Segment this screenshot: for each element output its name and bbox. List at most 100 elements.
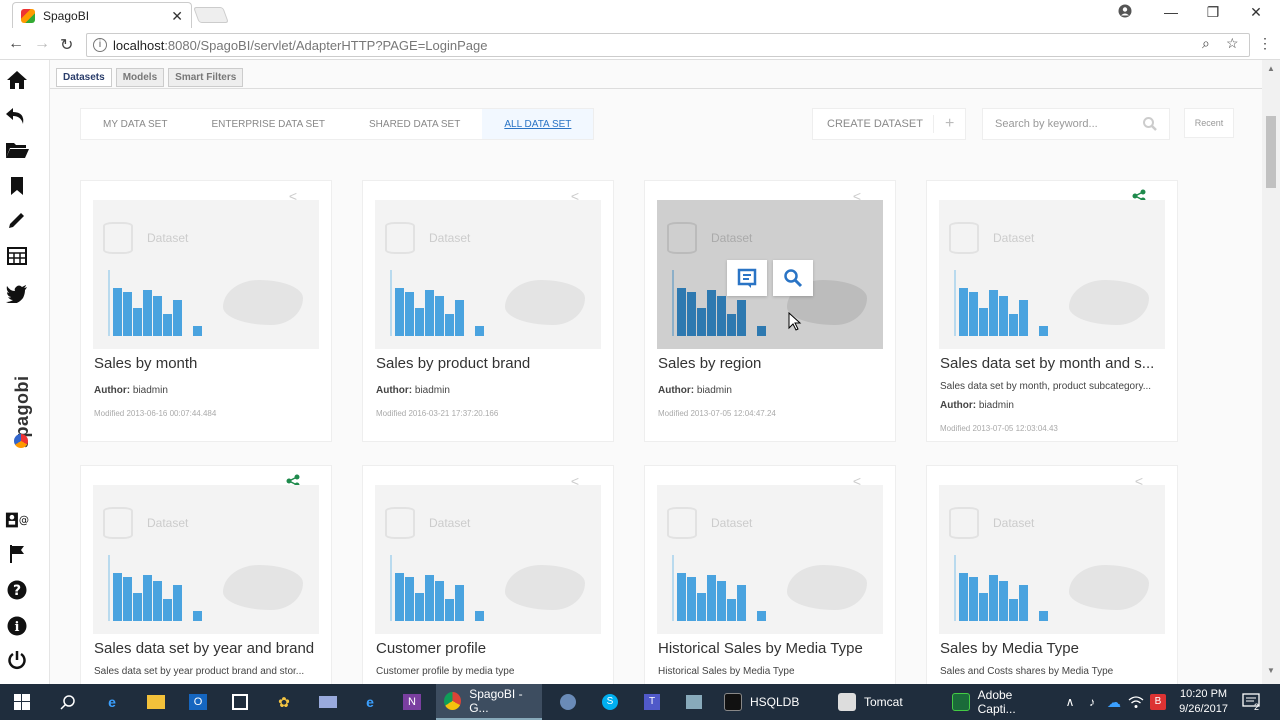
filter-my-data-set[interactable]: MY DATA SET <box>81 119 189 130</box>
chevron-up-icon[interactable]: ∧ <box>1058 690 1082 714</box>
help-icon[interactable]: ? <box>5 578 29 602</box>
table-icon[interactable] <box>5 244 29 268</box>
chrome-icon <box>444 692 462 710</box>
map-shape <box>505 565 585 610</box>
dataset-title[interactable]: Sales by Media Type <box>940 640 1172 657</box>
dataset-author: Author: biadmin <box>658 385 732 396</box>
app-drive-icon[interactable] <box>316 690 340 714</box>
notification-icon[interactable] <box>1240 690 1264 714</box>
plus-icon[interactable]: + <box>933 115 965 133</box>
search-icon[interactable] <box>56 690 80 714</box>
dataset-card[interactable]: < Dataset Customer profile Customer prof… <box>362 465 614 684</box>
dataset-title[interactable]: Sales data set by year and brand <box>94 640 326 657</box>
onenote-icon[interactable]: N <box>400 690 424 714</box>
create-dataset-button[interactable]: CREATE DATASET + <box>812 108 966 140</box>
restore-button[interactable]: ❐ <box>1198 4 1228 21</box>
url-host: localhost <box>113 37 165 53</box>
forward-arrow-icon[interactable]: → <box>34 35 50 53</box>
app-network-icon[interactable] <box>682 690 706 714</box>
database-icon <box>667 507 697 539</box>
taskbar-app-captivate[interactable]: Adobe Capti... <box>944 684 1052 720</box>
zoom-icon[interactable]: ⌕ <box>1202 35 1210 52</box>
scroll-down-icon[interactable]: ▼ <box>1267 666 1275 675</box>
tab-close-icon[interactable]: ✕ <box>171 8 183 25</box>
skype-icon[interactable]: S <box>598 690 622 714</box>
details-icon[interactable] <box>727 260 767 296</box>
scrollbar-thumb[interactable] <box>1266 116 1276 188</box>
recent-button[interactable]: Recent <box>1184 108 1234 138</box>
dataset-card[interactable]: < Dataset Sales by month Author: biadmin… <box>80 180 332 442</box>
teams-icon[interactable]: T <box>640 690 664 714</box>
dataset-card[interactable]: < Dataset Sales by Media Type Sales and … <box>926 465 1178 684</box>
new-tab-button[interactable] <box>193 7 229 23</box>
outlook-icon[interactable]: O <box>186 690 210 714</box>
taskbar-app-tomcat[interactable]: Tomcat <box>830 684 936 720</box>
taskbar-app-chrome[interactable]: SpagoBI - G... <box>436 684 542 720</box>
browser-tab[interactable]: SpagoBI ✕ <box>12 2 192 28</box>
edge-icon[interactable]: e <box>100 690 124 714</box>
ie-icon[interactable]: e <box>358 690 382 714</box>
close-window-button[interactable]: ✕ <box>1241 4 1271 21</box>
taskbar-app-hsqldb[interactable]: HSQLDB <box>716 684 822 720</box>
scroll-up-icon[interactable]: ▲ <box>1267 64 1275 73</box>
undo-icon[interactable] <box>5 104 29 128</box>
twitter-icon[interactable] <box>5 282 29 306</box>
dataset-title[interactable]: Sales by product brand <box>376 355 608 372</box>
pencil-icon[interactable] <box>5 208 29 232</box>
user-email-icon[interactable]: @ <box>5 508 29 532</box>
dataset-title[interactable]: Historical Sales by Media Type <box>658 640 890 657</box>
search-input[interactable]: Search by keyword... <box>982 108 1170 140</box>
dataset-title[interactable]: Sales by month <box>94 355 326 372</box>
url-input[interactable]: i localhost:8080/SpagoBI/servlet/Adapter… <box>86 33 1250 57</box>
thumbnail-chart <box>954 270 1048 336</box>
filter-shared-data-set[interactable]: SHARED DATA SET <box>347 119 482 130</box>
dataset-card[interactable]: < Dataset Sales by product brand Author:… <box>362 180 614 442</box>
chrome-menu-icon[interactable]: ⋮ <box>1258 35 1272 52</box>
dataset-title[interactable]: Sales data set by month and s... <box>940 355 1172 372</box>
wifi-icon[interactable] <box>1124 690 1148 714</box>
bookmark-icon[interactable] <box>5 174 29 198</box>
tab-models[interactable]: Models <box>115 68 165 87</box>
profile-icon[interactable] <box>1110 4 1140 21</box>
dataset-description: Sales data set by year product brand and… <box>94 666 305 677</box>
dataset-title[interactable]: Customer profile <box>376 640 608 657</box>
app-globe-icon[interactable] <box>556 690 580 714</box>
filter-all-data-set[interactable]: ALL DATA SET <box>482 109 594 139</box>
windows-start-icon[interactable] <box>10 690 34 714</box>
dataset-card[interactable]: Dataset Sales data set by month and s...… <box>926 180 1178 442</box>
site-info-icon[interactable]: i <box>93 38 107 52</box>
search-icon[interactable] <box>1143 117 1157 134</box>
reload-icon[interactable]: ↻ <box>60 35 73 55</box>
folder-icon[interactable] <box>5 138 29 162</box>
store-icon[interactable] <box>228 690 252 714</box>
tab-datasets[interactable]: Datasets <box>56 68 112 87</box>
dataset-title[interactable]: Sales by region <box>658 355 890 372</box>
tab-smart-filters[interactable]: Smart Filters <box>168 68 244 87</box>
minimize-button[interactable]: — <box>1156 4 1186 20</box>
page-scrollbar[interactable]: ▲ ▼ <box>1262 60 1280 684</box>
app-b-icon[interactable]: B <box>1146 690 1170 714</box>
onedrive-icon[interactable]: ☁ <box>1102 690 1126 714</box>
home-icon[interactable] <box>5 68 29 92</box>
file-explorer-icon[interactable] <box>144 690 168 714</box>
dataset-modified: Modified 2013-06-16 00:07:44.484 <box>94 409 217 418</box>
map-shape <box>505 280 585 325</box>
app-flower-icon[interactable]: ✿ <box>272 690 296 714</box>
dataset-card[interactable]: < Dataset Sales by region Author: biadmi… <box>644 180 896 442</box>
system-clock[interactable]: 10:20 PM 9/26/2017 <box>1179 687 1228 717</box>
power-icon[interactable] <box>5 648 29 672</box>
thumbnail-chart <box>108 555 202 621</box>
back-arrow-icon[interactable]: ← <box>8 35 24 53</box>
dataset-card[interactable]: Dataset Sales data set by year and brand… <box>80 465 332 684</box>
dataset-author: Author: biadmin <box>94 385 168 396</box>
preview-search-icon[interactable] <box>773 260 813 296</box>
filter-enterprise-data-set[interactable]: ENTERPRISE DATA SET <box>189 119 347 130</box>
bookmark-star-icon[interactable]: ☆ <box>1226 35 1239 52</box>
volume-icon[interactable]: ♪ <box>1080 690 1104 714</box>
info-icon[interactable]: i <box>5 614 29 638</box>
author-label: Author: <box>940 400 977 411</box>
flag-icon[interactable] <box>5 542 29 566</box>
database-icon <box>385 222 415 254</box>
dataset-card[interactable]: < Dataset Historical Sales by Media Type… <box>644 465 896 684</box>
dataset-thumbnail: Dataset <box>657 200 883 349</box>
